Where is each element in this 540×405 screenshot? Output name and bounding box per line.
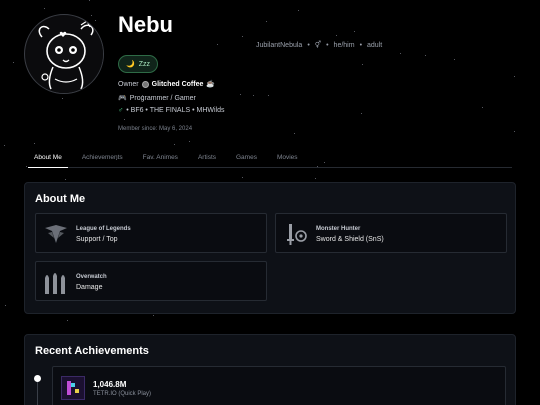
game-role: Support / Top <box>76 236 118 243</box>
tab-movies[interactable]: Movies <box>271 150 304 168</box>
star <box>425 55 427 57</box>
lol-icon <box>45 225 67 243</box>
star <box>514 76 516 78</box>
star <box>294 133 296 135</box>
about-me-title: About Me <box>35 193 86 205</box>
star <box>298 9 300 11</box>
games-text: • BF6 • THE FINALS • MHWilds <box>126 107 225 114</box>
game-card-lol[interactable]: League of Legends Support / Top <box>35 213 267 253</box>
profile-meta: JubilantNebula • ⚥ • he/him • adult <box>256 41 383 50</box>
star <box>217 43 219 45</box>
star <box>44 8 45 10</box>
achievement-game: TETR.IO (Quick Play) <box>93 391 152 397</box>
owner-name[interactable]: Glitched Coffee <box>152 81 204 88</box>
achievement-score: 1,046.8M <box>93 380 127 389</box>
star <box>64 179 66 181</box>
timeline-dot <box>34 375 41 382</box>
tab-artists[interactable]: Artists <box>192 150 222 168</box>
recent-achievements-title: Recent Achievements <box>35 345 149 357</box>
star <box>242 177 244 179</box>
owner-avatar-icon <box>141 80 149 88</box>
separator: • <box>326 41 329 49</box>
star <box>242 36 244 38</box>
tetrio-thumbnail-icon <box>61 376 85 400</box>
star <box>239 93 241 95</box>
tab-fav-animes[interactable]: Fav. Animes <box>137 150 184 168</box>
tab-games[interactable]: Games <box>230 150 263 168</box>
age: adult <box>367 41 383 49</box>
star <box>62 98 64 100</box>
star <box>153 314 155 316</box>
status-text: Zzz <box>138 60 150 68</box>
game-role: Sword & Shield (SnS) <box>316 236 384 243</box>
star <box>353 30 355 32</box>
star <box>94 20 96 22</box>
game-name: League of Legends <box>76 226 131 232</box>
star <box>34 143 36 145</box>
owner-line: Owner Glitched Coffee ☕ <box>118 80 215 88</box>
status-badge[interactable]: 🌙 Zzz <box>118 55 158 73</box>
star <box>253 95 255 97</box>
star <box>90 15 92 17</box>
star <box>123 119 125 121</box>
pronouns: he/him <box>333 41 355 49</box>
star <box>482 106 484 108</box>
tab-achievements[interactable]: Achievements <box>76 150 129 168</box>
overwatch-icon <box>45 273 65 294</box>
avatar-character-image <box>26 16 103 93</box>
star <box>67 319 69 321</box>
star <box>189 141 191 143</box>
achievement-item[interactable]: 1,046.8M TETR.IO (Quick Play) <box>52 366 506 405</box>
owner-prefix: Owner <box>118 80 139 88</box>
moon-icon: 🌙 <box>126 61 135 68</box>
tab-about-me[interactable]: About Me <box>28 150 68 168</box>
gamepad-icon: 🎮 <box>118 95 127 102</box>
profile-name: Nebu <box>118 12 173 37</box>
member-since: Member since: May 6, 2024 <box>118 126 193 132</box>
separator: • <box>307 41 310 49</box>
gender-icon: ⚥ <box>314 42 322 49</box>
timeline-line <box>37 382 38 405</box>
star <box>25 166 27 168</box>
about-me-card: About Me League of Legends Support / Top… <box>24 182 516 314</box>
star <box>361 63 363 65</box>
game-name: Monster Hunter <box>316 226 361 232</box>
star <box>174 144 176 146</box>
star <box>335 34 337 36</box>
star <box>4 304 6 306</box>
games-line: ♂ • BF6 • THE FINALS • MHWilds <box>118 107 225 114</box>
roles-line: 🎮 Programmer / Gamer <box>118 94 196 103</box>
game-card-monster-hunter[interactable]: Monster Hunter Sword & Shield (SnS) <box>275 213 507 253</box>
game-role: Damage <box>76 284 103 291</box>
star <box>88 0 90 2</box>
game-card-overwatch[interactable]: Overwatch Damage <box>35 261 267 301</box>
star <box>315 177 317 179</box>
game-name: Overwatch <box>76 274 107 280</box>
male-symbol-icon: ♂ <box>118 107 124 114</box>
profile-tabs: About Me Achievements Fav. Animes Artist… <box>28 150 512 168</box>
star <box>513 130 515 132</box>
star <box>265 20 267 22</box>
star <box>399 53 401 55</box>
star <box>361 113 363 115</box>
coffee-icon: ☕ <box>206 81 216 88</box>
username: JubilantNebula <box>256 41 303 49</box>
star <box>453 58 455 60</box>
star <box>3 144 5 146</box>
roles-text: Programmer / Gamer <box>129 94 196 102</box>
separator: • <box>359 41 363 49</box>
avatar <box>24 14 104 94</box>
star <box>268 94 270 96</box>
sword-shield-icon <box>287 224 307 245</box>
star <box>13 62 15 64</box>
